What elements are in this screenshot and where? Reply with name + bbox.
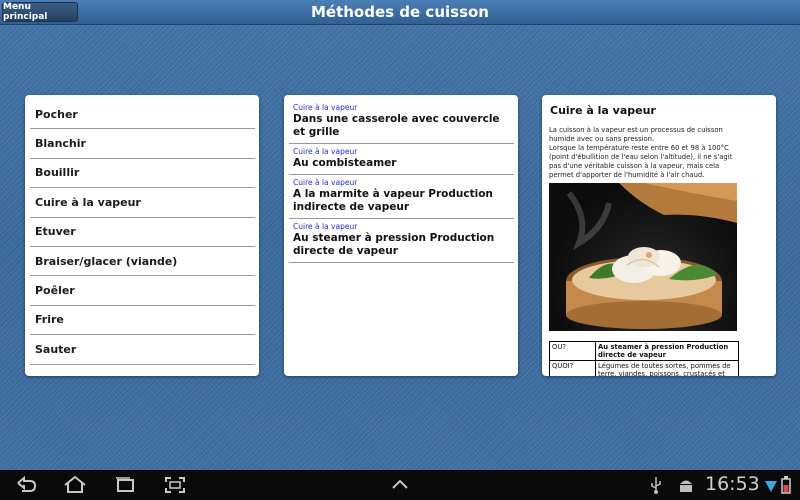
method-item-pocher[interactable]: Pocher	[30, 100, 255, 130]
table-value: Au steamer à pression Production directe…	[595, 341, 739, 361]
detail-panel: Cuire à la vapeur La cuisson à la vapeur…	[542, 95, 776, 376]
page-title: Méthodes de cuisson	[310, 3, 489, 21]
detail-paragraph: La cuisson à la vapeur est un processus …	[549, 126, 723, 143]
system-bar: 16:53	[0, 470, 800, 500]
detail-info-table: OU? Au steamer à pression Production dir…	[549, 341, 739, 376]
submethod-category: Cuire à la vapeur	[293, 147, 358, 156]
steamer-basket-image	[549, 183, 737, 331]
method-item-frire[interactable]: Frire	[30, 306, 255, 336]
method-item-poeler[interactable]: Poêler	[30, 276, 255, 306]
usb-icon	[651, 477, 661, 494]
table-key: QUOI?	[549, 360, 596, 376]
method-item-bouillir[interactable]: Bouillir	[30, 159, 255, 189]
main-menu-button[interactable]: Menu principal	[2, 2, 78, 22]
submethod-item[interactable]: Cuire à la vapeur Au combisteamer	[289, 144, 514, 175]
detail-paragraph: Lorsque la température reste entre 60 et…	[549, 144, 733, 179]
back-icon[interactable]	[14, 475, 38, 495]
android-debug-icon	[680, 480, 692, 492]
detail-title: Cuire à la vapeur	[550, 104, 656, 117]
table-key: OU?	[549, 341, 596, 361]
submethod-label: Dans une casserole avec couvercle et gri…	[293, 113, 500, 138]
table-row: QUOI? Légumes de toutes sortes, pommes d…	[549, 360, 739, 376]
table-value: Légumes de toutes sortes, pommes de terr…	[595, 360, 739, 376]
method-item-braiser[interactable]: Braiser/glacer (viande)	[30, 247, 255, 277]
methods-panel: Pocher Blanchir Bouillir Cuire à la vape…	[25, 95, 259, 376]
method-item-etuver[interactable]: Etuver	[30, 218, 255, 247]
battery-icon	[781, 476, 791, 494]
submethod-item[interactable]: Cuire à la vapeur A la marmite à vapeur …	[289, 175, 514, 219]
home-icon[interactable]	[62, 475, 88, 495]
action-bar: Menu principal Méthodes de cuisson	[0, 0, 800, 25]
submethod-category: Cuire à la vapeur	[293, 178, 358, 187]
screenshot-icon[interactable]	[163, 475, 187, 495]
submethod-label: A la marmite à vapeur Production indirec…	[293, 188, 493, 213]
wifi-icon	[765, 481, 777, 492]
status-clock: 16:53	[705, 473, 760, 495]
submethods-panel: Cuire à la vapeur Dans une casserole ave…	[284, 95, 518, 376]
method-item-cuire-vapeur[interactable]: Cuire à la vapeur	[30, 188, 255, 218]
submethod-item[interactable]: Cuire à la vapeur Dans une casserole ave…	[289, 100, 514, 144]
recent-apps-icon[interactable]	[113, 475, 137, 495]
method-item-blanchir[interactable]: Blanchir	[30, 129, 255, 159]
table-row: OU? Au steamer à pression Production dir…	[549, 341, 739, 361]
chevron-up-icon[interactable]	[389, 475, 411, 495]
submethod-label: Au combisteamer	[293, 157, 397, 169]
submethod-item[interactable]: Cuire à la vapeur Au steamer à pression …	[289, 219, 514, 263]
submethod-category: Cuire à la vapeur	[293, 222, 358, 231]
submethod-category: Cuire à la vapeur	[293, 103, 358, 112]
submethod-label: Au steamer à pression Production directe…	[293, 232, 495, 257]
method-item-sauter[interactable]: Sauter	[30, 335, 255, 365]
